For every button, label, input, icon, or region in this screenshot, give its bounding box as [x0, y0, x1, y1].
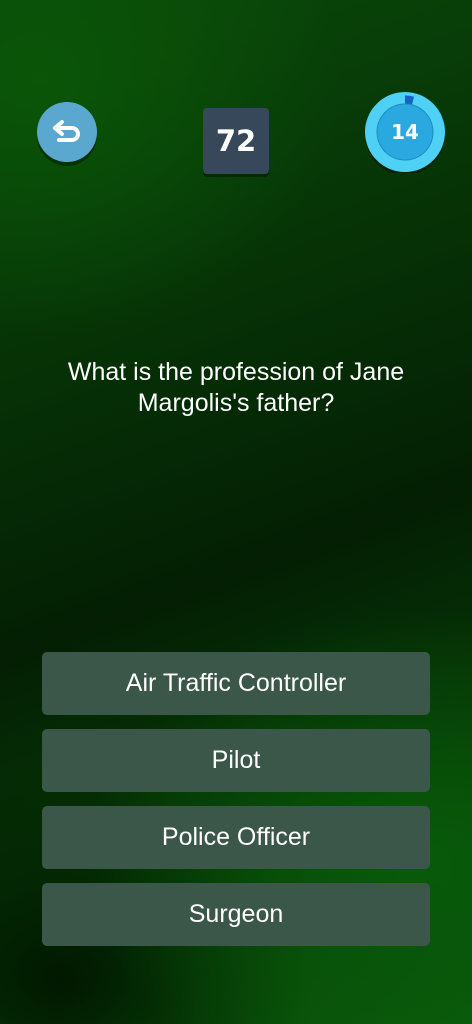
undo-arrow-icon: [50, 115, 84, 149]
answer-button-pilot[interactable]: Pilot: [42, 729, 430, 792]
question-counter: 72: [203, 108, 269, 174]
answer-list: Air Traffic Controller Pilot Police Offi…: [42, 652, 430, 960]
timer-seconds: 14: [391, 120, 419, 144]
back-button[interactable]: [37, 102, 97, 162]
question-text: What is the profession of Jane Margolis'…: [67, 358, 405, 417]
answer-button-air-traffic-controller[interactable]: Air Traffic Controller: [42, 652, 430, 715]
quiz-screen: 72 14 What is the profession of Jane Mar…: [0, 0, 472, 1024]
answer-button-surgeon[interactable]: Surgeon: [42, 883, 430, 946]
answer-button-police-officer[interactable]: Police Officer: [42, 806, 430, 869]
countdown-timer: 14: [364, 91, 446, 173]
